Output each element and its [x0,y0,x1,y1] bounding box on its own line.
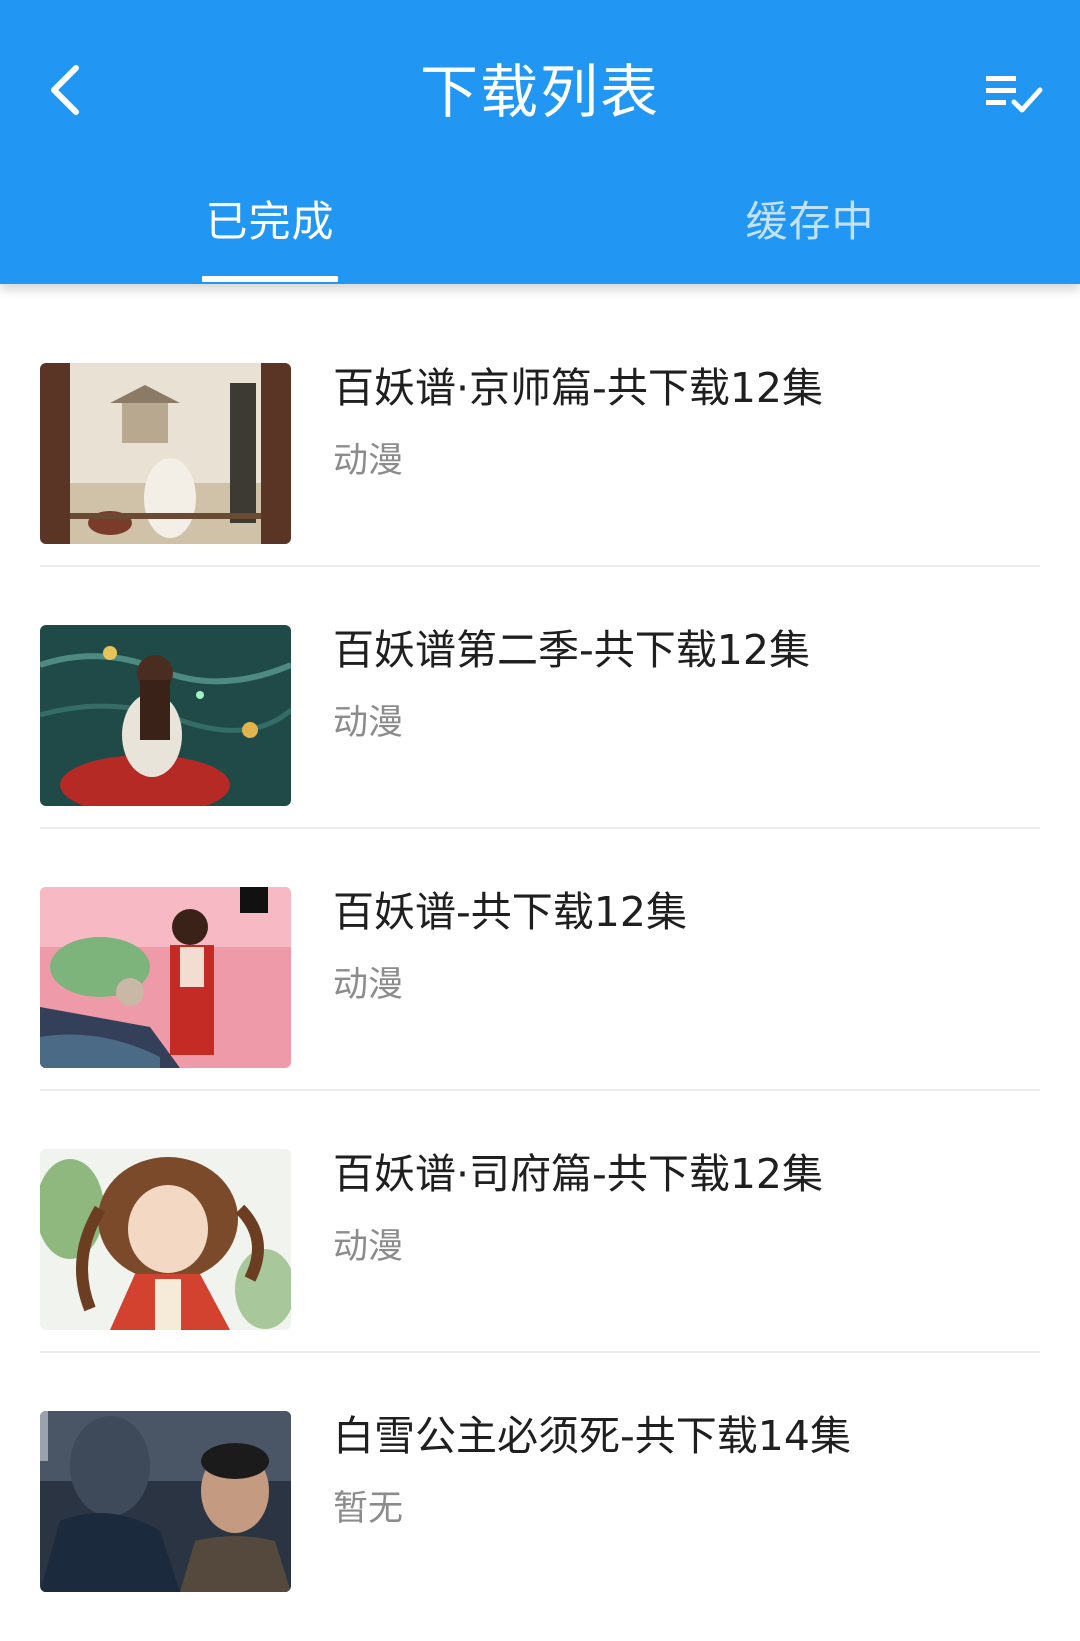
list-check-icon [986,76,1043,113]
tab-label: 已完成 [205,197,335,246]
cover-thumbnail [40,363,291,544]
list-item[interactable]: 百妖谱·京师篇-共下载12集 动漫 [0,300,1080,567]
item-title: 百妖谱·司府篇-共下载12集 [333,1150,823,1198]
item-category: 动漫 [333,703,404,743]
item-category: 动漫 [333,441,404,481]
active-tab-indicator [202,276,338,282]
cover-thumbnail [40,887,291,1068]
cover-thumbnail [40,625,291,806]
list-item[interactable]: 白雪公主必须死-共下载14集 暂无 [0,1348,1080,1610]
tab-completed[interactable]: 已完成 [150,180,390,284]
list-item[interactable]: 百妖谱-共下载12集 动漫 [0,824,1080,1091]
item-title: 白雪公主必须死-共下载14集 [333,1412,851,1460]
app-bar: 下载列表 已完成 缓存中 [0,0,1080,284]
item-title: 百妖谱-共下载12集 [333,888,687,936]
back-button[interactable] [30,54,102,126]
item-category: 动漫 [333,965,404,1005]
tab-bar: 已完成 缓存中 [0,180,1080,284]
item-title: 百妖谱·京师篇-共下载12集 [333,364,823,412]
item-category: 动漫 [333,1227,404,1267]
item-title: 百妖谱第二季-共下载12集 [333,626,810,674]
batch-select-button[interactable] [974,54,1054,134]
chevron-left-icon [51,65,79,115]
tab-caching[interactable]: 缓存中 [690,180,930,284]
page-title: 下载列表 [419,58,660,126]
tab-label: 缓存中 [745,197,875,246]
download-list: 百妖谱·京师篇-共下载12集 动漫 百妖谱第二季-共下载12集 动漫 百妖谱-共… [0,300,1080,1610]
list-item[interactable]: 百妖谱·司府篇-共下载12集 动漫 [0,1086,1080,1353]
list-item[interactable]: 百妖谱第二季-共下载12集 动漫 [0,562,1080,829]
cover-thumbnail [40,1411,291,1592]
download-list-screen: 下载列表 已完成 缓存中 百妖谱·京师篇-共下载12集 动漫 百妖谱第二季-共下… [0,0,1080,1641]
cover-thumbnail [40,1149,291,1330]
item-category: 暂无 [333,1489,404,1529]
